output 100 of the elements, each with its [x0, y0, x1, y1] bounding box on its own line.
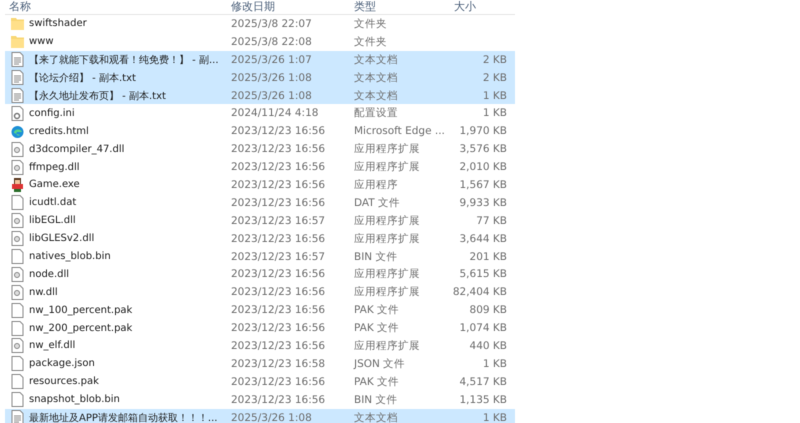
file-size: 2 KB: [482, 54, 508, 66]
file-size: 1 KB: [482, 90, 508, 102]
file-name: 【论坛介绍】 - 副本.txt: [29, 72, 136, 85]
file-size: 2 KB: [482, 72, 508, 84]
file-name: package.json: [29, 358, 95, 370]
modified-date: 2023/12/23 16:56: [230, 394, 326, 406]
file-row[interactable]: resources.pak 2023/12/23 16:56 PAK 文件 4,517 KB: [5, 372, 515, 391]
file-type: PAK 文件: [353, 374, 400, 389]
file-name: nw_elf.dll: [29, 340, 76, 352]
modified-date: 2023/12/23 16:56: [230, 376, 326, 388]
file-type: 应用程序扩展: [353, 160, 421, 174]
file-row[interactable]: libEGL.dll 2023/12/23 16:57 应用程序扩展 77 KB: [5, 212, 515, 230]
file-row[interactable]: 【论坛介绍】 - 副本.txt 2025/3/26 1:08 文本文档 2 KB: [5, 68, 515, 87]
file-type: Microsoft Edge ...: [353, 125, 446, 138]
file-name: natives_blob.bin: [29, 251, 111, 262]
file-icon: [11, 195, 24, 210]
column-header[interactable]: 修改日期: [227, 0, 350, 14]
file-icon: [11, 374, 24, 390]
file-name: node.dll: [29, 268, 70, 280]
file-row[interactable]: package.json 2023/12/23 16:58 JSON 文件 1 KB: [5, 354, 515, 373]
file-row[interactable]: d3dcompiler_47.dll 2023/12/23 16:56 应用程序扩展 3,576 KB: [5, 140, 515, 158]
folder-icon: [11, 34, 24, 50]
file-row[interactable]: credits.html 2023/12/23 16:56 Microsoft Edge ... 1,970 KB: [5, 122, 515, 140]
file-row[interactable]: 最新地址及APP请发邮箱自动获取！！！... 2025/3/26 1:08 文本文档 1 KB: [5, 408, 515, 423]
column-header[interactable]: 名称: [5, 0, 227, 14]
file-size: 809 KB: [468, 304, 508, 316]
modified-date: 2023/12/23 16:56: [230, 161, 326, 174]
file-size: 5,615 KB: [458, 268, 508, 280]
column-header[interactable]: 类型: [350, 0, 450, 14]
file-row[interactable]: node.dll 2023/12/23 16:56 应用程序扩展 5,615 KB: [5, 265, 515, 284]
file-name: snapshot_blob.bin: [29, 394, 120, 406]
file-name: ffmpeg.dll: [29, 162, 80, 173]
file-row[interactable]: Game.exe 2023/12/23 16:56 应用程序 1,567 KB: [5, 176, 515, 194]
file-type: 文件夹: [353, 34, 388, 49]
file-icon: [11, 320, 24, 336]
file-row[interactable]: icudtl.dat 2023/12/23 16:56 DAT 文件 9,933 KB: [5, 194, 515, 212]
file-type: 文本文档: [353, 52, 399, 67]
folder-icon: [11, 16, 24, 32]
modified-date: 2023/12/23 16:56: [230, 304, 326, 316]
text-file-icon: [11, 88, 24, 103]
modified-date: 2023/12/23 16:57: [230, 250, 326, 263]
file-row[interactable]: nw_elf.dll 2023/12/23 16:56 应用程序扩展 440 KB: [5, 337, 515, 355]
character-icon: [11, 177, 24, 192]
file-size: 440 KB: [468, 340, 508, 352]
file-row[interactable]: nw.dll 2023/12/23 16:56 应用程序扩展 82,404 KB: [5, 283, 515, 302]
file-type: JSON 文件: [352, 356, 406, 371]
file-row[interactable]: snapshot_blob.bin 2023/12/23 16:56 BIN 文件 1,135 KB: [5, 390, 515, 409]
file-name: libGLESv2.dll: [29, 233, 94, 244]
file-size: 1 KB: [482, 412, 508, 423]
text-file-icon: [11, 70, 24, 86]
modified-date: 2023/12/23 16:56: [230, 178, 326, 191]
file-name: nw_200_percent.pak: [29, 322, 132, 334]
file-type: 应用程序扩展: [353, 214, 421, 228]
file-row[interactable]: 【永久地址发布页】 - 副本.txt 2025/3/26 1:08 文本文档 1 KB: [5, 86, 515, 104]
file-name: swiftshader: [29, 18, 87, 30]
file-type: 应用程序扩展: [353, 267, 421, 282]
file-size: 201 KB: [468, 250, 508, 263]
file-size: 82,404 KB: [452, 286, 508, 298]
text-file-icon: [11, 410, 24, 423]
file-name: 【来了就能下载和观看！纯免费！】 - 副...: [29, 54, 219, 67]
file-row[interactable]: nw_100_percent.pak 2023/12/23 16:56 PAK 文件 809 KB: [5, 301, 515, 320]
file-row[interactable]: ffmpeg.dll 2023/12/23 16:56 应用程序扩展 2,010 KB: [5, 158, 515, 176]
file-type: PAK 文件: [353, 321, 400, 336]
file-size: 1,135 KB: [458, 394, 508, 406]
file-size: 1 KB: [482, 358, 508, 370]
modified-date: 2024/11/24 4:18: [230, 107, 320, 120]
file-name: www: [29, 36, 54, 48]
file-type: 文本文档: [353, 88, 399, 102]
file-row[interactable]: libGLESv2.dll 2023/12/23 16:56 应用程序扩展 3,644 KB: [5, 230, 515, 248]
file-row[interactable]: nw_200_percent.pak 2023/12/23 16:56 PAK 文件 1,074 KB: [5, 319, 515, 338]
file-type: 文本文档: [353, 70, 399, 85]
modified-date: 2023/12/23 16:56: [230, 286, 326, 298]
modified-date: 2023/12/23 16:57: [230, 214, 326, 227]
modified-date: 2023/12/23 16:56: [230, 196, 326, 209]
file-type: BIN 文件: [353, 250, 398, 264]
file-type: 应用程序扩展: [353, 232, 421, 246]
modified-date: 2025/3/8 22:07: [230, 18, 313, 30]
file-name: 【永久地址发布页】 - 副本.txt: [29, 90, 166, 102]
file-row[interactable]: www 2025/3/8 22:08 文件夹: [5, 32, 515, 51]
file-size: 3,576 KB: [458, 143, 508, 156]
file-icon: [11, 392, 24, 408]
file-type: 应用程序: [353, 178, 399, 192]
file-row[interactable]: natives_blob.bin 2023/12/23 16:57 BIN 文件 201 KB: [5, 248, 515, 266]
file-row[interactable]: swiftshader 2025/3/8 22:07 文件夹: [5, 15, 515, 33]
file-type: 应用程序扩展: [353, 338, 421, 353]
browser-icon: [11, 124, 24, 139]
file-row[interactable]: 【来了就能下载和观看！纯免费！】 - 副... 2025/3/26 1:07 文本文档 2 KB: [5, 50, 515, 69]
file-size: 1,074 KB: [458, 322, 508, 334]
file-size: 3,644 KB: [458, 232, 508, 245]
file-type: 应用程序扩展: [353, 142, 421, 156]
file-row[interactable]: config.ini 2024/11/24 4:18 配置设置 1 KB: [5, 104, 515, 122]
file-icon: [11, 302, 24, 318]
column-header[interactable]: 大小: [450, 0, 510, 14]
modified-date: 2025/3/26 1:08: [230, 72, 313, 84]
file-size: 1,567 KB: [458, 178, 508, 191]
modified-date: 2023/12/23 16:56: [230, 143, 326, 156]
file-type: DAT 文件: [353, 196, 402, 210]
file-size: 77 KB: [475, 214, 508, 227]
file-size: 1,970 KB: [458, 125, 508, 138]
file-icon: [11, 356, 24, 372]
